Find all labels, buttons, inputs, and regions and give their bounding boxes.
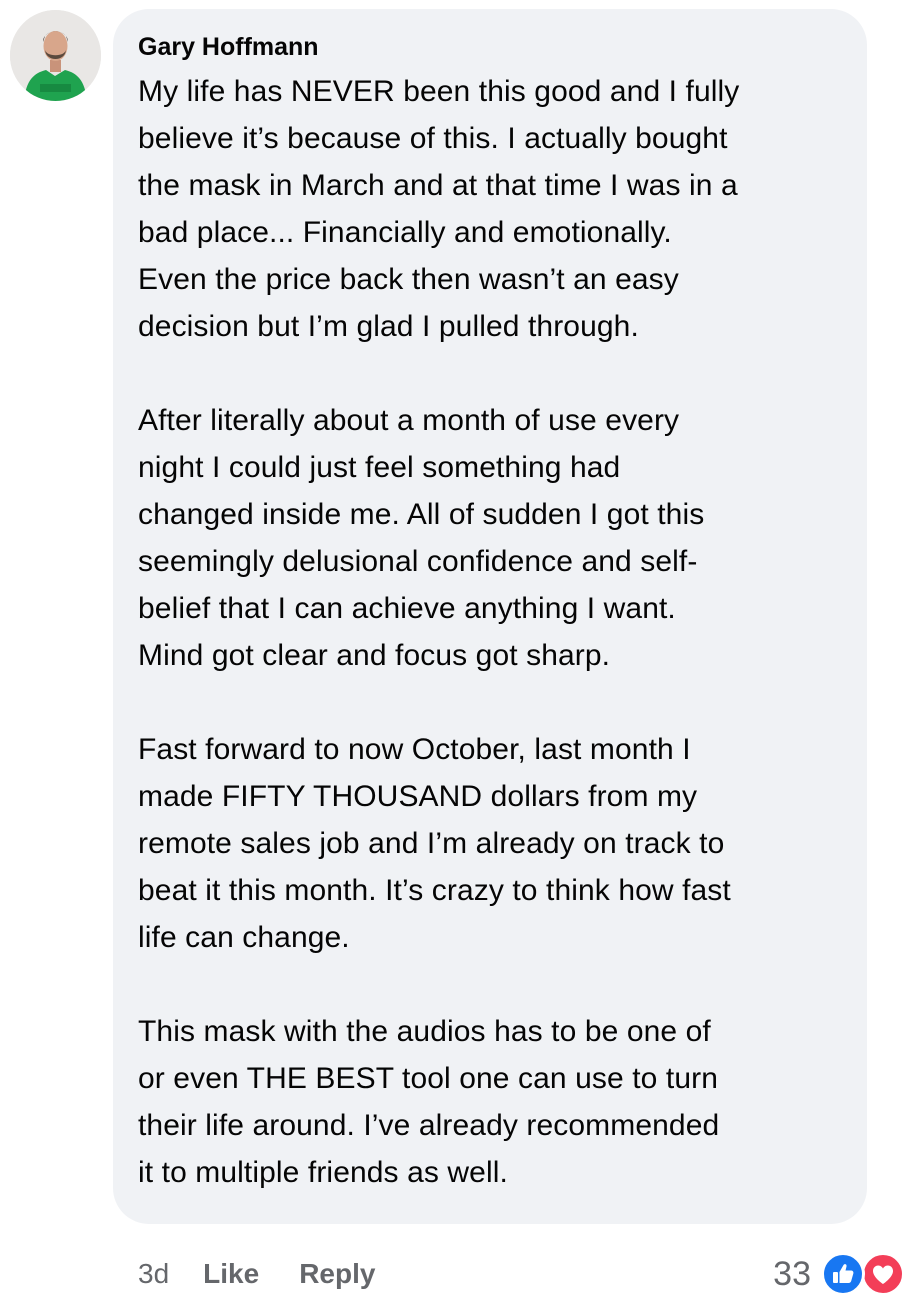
reaction-icons	[821, 1252, 907, 1296]
avatar[interactable]	[10, 10, 101, 101]
text-line: Mind got clear and focus got sharp.	[138, 639, 611, 672]
comment-body: My life has NEVER been this good and I f…	[138, 68, 849, 1196]
text-line: their life around. I’ve already recommen…	[138, 1109, 720, 1142]
comment-paragraph: My life has NEVER been this good and I f…	[138, 68, 849, 350]
text-line: seemingly delusional confidence and self…	[138, 545, 698, 578]
comment-paragraph: Fast forward to now October, last month …	[138, 726, 849, 961]
love-icon	[861, 1252, 905, 1296]
comment-paragraph: After literally about a month of use eve…	[138, 397, 849, 679]
text-line: made FIFTY THOUSAND dollars from my	[138, 780, 698, 813]
like-button[interactable]: Like	[203, 1258, 259, 1290]
comment-bubble: Gary Hoffmann My life has NEVER been thi…	[113, 9, 867, 1224]
text-line: changed inside me. All of sudden I got t…	[138, 498, 705, 531]
text-line: remote sales job and I’m already on trac…	[138, 827, 725, 860]
text-line: After literally about a month of use eve…	[138, 404, 680, 437]
comment-actions: 3d Like Reply	[138, 1254, 415, 1294]
timestamp[interactable]: 3d	[138, 1258, 169, 1290]
text-line: My life has NEVER been this good and I f…	[138, 75, 740, 108]
like-icon	[821, 1252, 865, 1296]
text-line: Even the price back then wasn’t an easy	[138, 263, 679, 296]
text-line: bad place... Financially and emotionally…	[138, 216, 672, 249]
text-line: This mask with the audios has to be one …	[138, 1015, 711, 1048]
text-line: belief that I can achieve anything I wan…	[138, 592, 676, 625]
text-line: or even THE BEST tool one can use to tur…	[138, 1062, 718, 1095]
reply-button[interactable]: Reply	[299, 1258, 375, 1290]
text-line: life can change.	[138, 921, 350, 954]
text-line: believe it’s because of this. I actually…	[138, 122, 728, 155]
reactions-summary[interactable]: 33	[773, 1252, 907, 1296]
text-line: decision but I’m glad I pulled through.	[138, 310, 639, 343]
comment-paragraph: This mask with the audios has to be one …	[138, 1008, 849, 1196]
text-line: it to multiple friends as well.	[138, 1156, 508, 1189]
reaction-count: 33	[773, 1254, 811, 1293]
text-line: beat it this month. It’s crazy to think …	[138, 874, 731, 907]
text-line: the mask in March and at that time I was…	[138, 169, 738, 202]
text-line: night I could just feel something had	[138, 451, 621, 484]
text-line: Fast forward to now October, last month …	[138, 733, 691, 766]
comment-author[interactable]: Gary Hoffmann	[138, 30, 849, 64]
